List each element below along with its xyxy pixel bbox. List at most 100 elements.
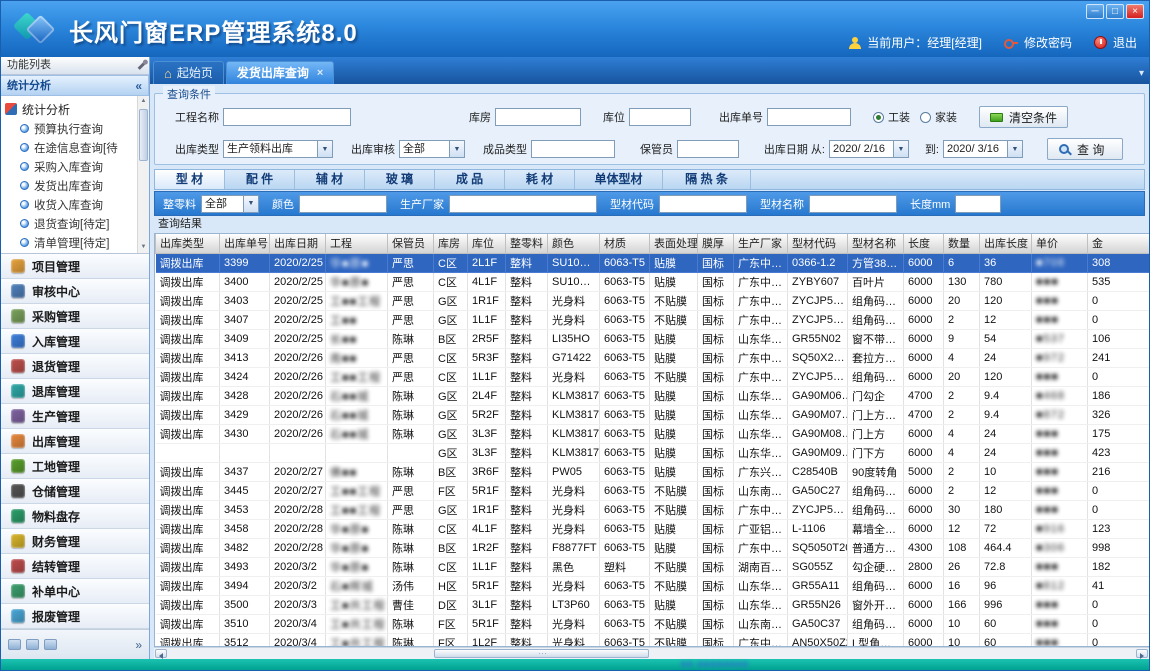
sidebar-item-production[interactable]: 生产管理: [1, 404, 149, 429]
column-header[interactable]: 生产厂家: [734, 234, 788, 253]
sidebar-item-audit-center[interactable]: 审核中心: [1, 279, 149, 304]
clear-conditions-button[interactable]: 清空条件: [979, 106, 1068, 128]
table-row[interactable]: 调拨出库34282020/2/26石■■城陈琳G区2L4F整料KLM381760…: [156, 386, 1150, 405]
chevron-down-icon[interactable]: ▼: [893, 141, 908, 157]
length-input[interactable]: [955, 195, 1001, 213]
table-row[interactable]: G区3L3F整料KLM38176063-T5贴膜国标山东华…GA90M09…门下…: [156, 443, 1150, 462]
column-header[interactable]: 颜色: [548, 234, 600, 253]
column-header[interactable]: 出库单号: [220, 234, 270, 253]
order-no-input[interactable]: [767, 108, 851, 126]
tree-item[interactable]: 退货查询[待定]: [5, 214, 135, 233]
table-row[interactable]: 调拨出库34822020/2/28华■原■陈琳B区1R2F整料F8877FT60…: [156, 538, 1150, 557]
close-button[interactable]: ×: [1126, 4, 1144, 19]
sidebar-item-warehouse[interactable]: 仓储管理: [1, 479, 149, 504]
column-header[interactable]: 库房: [434, 234, 468, 253]
tree-item[interactable]: 在途信息查询[待: [5, 138, 135, 157]
table-row[interactable]: 调拨出库34072020/2/25工■■严思G区1L1F整料光身料6063-T5…: [156, 310, 1150, 329]
table-row[interactable]: 调拨出库33992020/2/25华■原■严思C区2L1F整料SU10…6063…: [156, 253, 1150, 272]
date-to-picker[interactable]: 2020/ 3/16 ▼: [943, 140, 1023, 158]
tree-item[interactable]: 采购入库查询: [5, 157, 135, 176]
tab-close-icon[interactable]: ×: [317, 62, 323, 84]
column-header[interactable]: 整零料: [506, 234, 548, 253]
panel-view-icon[interactable]: [8, 639, 21, 650]
sidebar-item-outbound[interactable]: 出库管理: [1, 429, 149, 454]
column-header[interactable]: 表面处理: [650, 234, 698, 253]
keeper-input[interactable]: [677, 140, 739, 158]
tree-item[interactable]: 清单管理[待定]: [5, 233, 135, 252]
column-header[interactable]: 单价: [1032, 234, 1088, 253]
table-row[interactable]: 调拨出库34582020/2/28华■原■陈琳C区4L1F整料光身料6063-T…: [156, 519, 1150, 538]
scroll-down-icon[interactable]: ▼: [138, 242, 149, 253]
product-type-input[interactable]: [531, 140, 615, 158]
change-password-link[interactable]: 修改密码: [1024, 34, 1072, 51]
chevron-down-icon[interactable]: ▼: [317, 141, 332, 157]
tree-scroll-thumb[interactable]: [139, 109, 148, 161]
list-view-icon[interactable]: [26, 639, 39, 650]
horizontal-scroll-thumb[interactable]: [434, 649, 649, 658]
tab-list-dropdown-icon[interactable]: ▾: [1139, 68, 1144, 79]
column-header[interactable]: 膜厚: [698, 234, 734, 253]
manufacturer-input[interactable]: [449, 195, 597, 213]
column-header[interactable]: 数量: [944, 234, 980, 253]
column-header[interactable]: 材质: [600, 234, 650, 253]
table-row[interactable]: 调拨出库35002020/3/3工■共工程曹佳D区3L1F整料LT3P60606…: [156, 595, 1150, 614]
material-tab-single-profile[interactable]: 单体型材: [575, 170, 663, 189]
material-tab-accessory[interactable]: 配 件: [225, 170, 295, 189]
column-header[interactable]: 出库长度: [980, 234, 1032, 253]
column-header[interactable]: 库位: [468, 234, 506, 253]
minimize-button[interactable]: ─: [1086, 4, 1104, 19]
scroll-up-icon[interactable]: ▲: [138, 96, 149, 107]
tree-root[interactable]: 统计分析: [5, 99, 135, 119]
scroll-left-icon[interactable]: [155, 649, 167, 658]
profile-code-input[interactable]: [659, 195, 747, 213]
sidebar-section-header[interactable]: 统计分析 «: [1, 75, 149, 96]
table-row[interactable]: 调拨出库34032020/2/25工■■工程严思G区1R1F整料光身料6063-…: [156, 291, 1150, 310]
table-row[interactable]: 调拨出库34452020/2/27工■■工程严思F区5R1F整料光身料6063-…: [156, 481, 1150, 500]
column-header[interactable]: 长度: [904, 234, 944, 253]
sidebar-item-finance[interactable]: 财务管理: [1, 529, 149, 554]
sidebar-item-store-returns[interactable]: 退库管理: [1, 379, 149, 404]
table-row[interactable]: 调拨出库34242020/2/26工■■工程严思C区1L1F整料光身料6063-…: [156, 367, 1150, 386]
collapse-icon[interactable]: «: [135, 76, 142, 96]
table-row[interactable]: 调拨出库34092020/2/25长■■陈琳B区2R5F整料LI35HO6063…: [156, 329, 1150, 348]
table-row[interactable]: 调拨出库34292020/2/26石■■城陈琳G区5R2F整料KLM381760…: [156, 405, 1150, 424]
chevron-down-icon[interactable]: ▼: [449, 141, 464, 157]
tree-item[interactable]: 发货出库查询: [5, 176, 135, 195]
tab-shipment-outbound-query[interactable]: 发货出库查询 ×: [226, 61, 334, 84]
column-header[interactable]: 金: [1088, 234, 1150, 253]
sidebar-item-supplement[interactable]: 补单中心: [1, 579, 149, 604]
table-row[interactable]: 调拨出库34372020/2/27佛■■陈琳B区3R6F整料PW056063-T…: [156, 462, 1150, 481]
search-button[interactable]: 查 询: [1047, 138, 1123, 160]
column-header[interactable]: 出库类型: [156, 234, 220, 253]
radio-workwear[interactable]: [873, 112, 884, 123]
table-row[interactable]: 调拨出库34132020/2/26南■■严思C区5R3F整料G714226063…: [156, 348, 1150, 367]
location-input[interactable]: [629, 108, 691, 126]
column-header[interactable]: 型材名称: [848, 234, 904, 253]
sidebar-item-stocktake[interactable]: 物料盘存: [1, 504, 149, 529]
material-tab-product[interactable]: 成 品: [435, 170, 505, 189]
table-row[interactable]: 调拨出库34532020/2/28工■■工程严思G区1R1F整料光身料6063-…: [156, 500, 1150, 519]
material-tab-thermal-strip[interactable]: 隔 热 条: [663, 170, 751, 189]
profile-name-input[interactable]: [809, 195, 897, 213]
radio-home-decor[interactable]: [920, 112, 931, 123]
material-tab-consumable[interactable]: 耗 材: [505, 170, 575, 189]
table-row[interactable]: 调拨出库34002020/2/25华■原■严思C区4L1F整料SU10…6063…: [156, 272, 1150, 291]
table-row[interactable]: 调拨出库34932020/3/2华■原■陈琳C区1L1F整料黑色塑料不贴膜国标湖…: [156, 557, 1150, 576]
more-panels-icon[interactable]: »: [135, 638, 142, 652]
material-tab-profile[interactable]: 型 材: [155, 170, 225, 189]
color-input[interactable]: [299, 195, 387, 213]
table-row[interactable]: 调拨出库35102020/3/4工■共工程陈琳F区5R1F整料光身料6063-T…: [156, 614, 1150, 633]
column-header[interactable]: 工程: [326, 234, 388, 253]
tree-scrollbar[interactable]: ▲ ▼: [137, 96, 149, 253]
sidebar-item-inbound[interactable]: 入库管理: [1, 329, 149, 354]
material-tab-auxiliary[interactable]: 辅 材: [295, 170, 365, 189]
date-from-picker[interactable]: 2020/ 2/16 ▼: [829, 140, 909, 158]
table-row[interactable]: 调拨出库35122020/3/4工■共工程陈琳F区1L2F整料光身料6063-T…: [156, 633, 1150, 647]
chevron-down-icon[interactable]: ▼: [1007, 141, 1022, 157]
project-name-input[interactable]: [223, 108, 351, 126]
config-view-icon[interactable]: [44, 639, 57, 650]
column-header[interactable]: 保管员: [388, 234, 434, 253]
table-row[interactable]: 调拨出库34942020/3/2石■辉城汤伟H区5R1F整料光身料6063-T5…: [156, 576, 1150, 595]
table-row[interactable]: 调拨出库34302020/2/26石■■城陈琳G区3L3F整料KLM381760…: [156, 424, 1150, 443]
logout-link[interactable]: 退出: [1113, 34, 1137, 51]
